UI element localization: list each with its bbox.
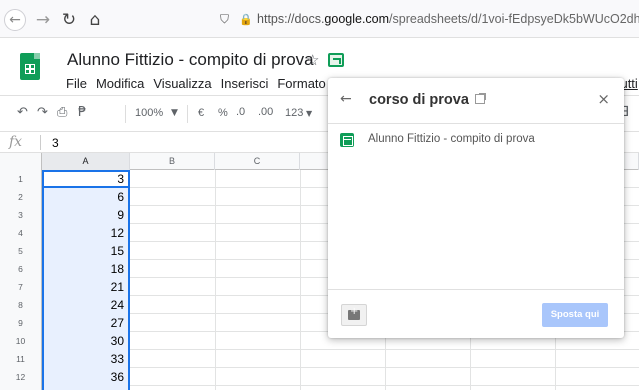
new-folder-button[interactable] xyxy=(341,304,367,326)
cell-a[interactable]: 12 xyxy=(42,224,129,242)
row-number[interactable]: 2 xyxy=(0,188,42,206)
toolbar-divider xyxy=(125,105,126,123)
open-in-new-icon[interactable] xyxy=(475,93,486,104)
table-row: 13 39 xyxy=(0,386,639,390)
sheets-file-icon xyxy=(340,133,354,147)
table-row: 12 36 xyxy=(0,368,639,386)
row-number[interactable]: 12 xyxy=(0,368,42,386)
fx-icon: fx xyxy=(9,134,23,150)
reload-icon[interactable]: ↻ xyxy=(58,9,80,31)
cell-a[interactable]: 18 xyxy=(42,260,129,278)
column-header-b[interactable]: B xyxy=(130,153,215,170)
column-gridline xyxy=(300,170,301,390)
chevron-down-icon[interactable]: ▼ xyxy=(171,108,178,118)
row-number[interactable]: 5 xyxy=(0,242,42,260)
browser-toolbar: ← → ↻ ⌂ ⛉ 🔒 https://docs. google.com/spre… xyxy=(0,0,639,38)
dialog-header: ← corso di prova × xyxy=(328,78,624,124)
list-item[interactable]: Alunno Fittizio - compito di prova xyxy=(328,124,624,154)
move-dialog: ← corso di prova × Alunno Fittizio - com… xyxy=(328,78,624,338)
lock-icon[interactable]: 🔒 xyxy=(239,13,253,26)
cell-a[interactable]: 39 xyxy=(42,386,129,390)
menu-inserisci[interactable]: Inserisci xyxy=(221,76,269,91)
column-header-c[interactable]: C xyxy=(215,153,300,170)
move-here-button[interactable]: Sposta qui xyxy=(542,303,608,327)
menu-file[interactable]: File xyxy=(66,76,87,91)
column-header-a[interactable]: A xyxy=(42,153,130,170)
cell-a[interactable]: 15 xyxy=(42,242,129,260)
select-all-corner[interactable] xyxy=(0,153,42,170)
back-icon[interactable]: ← xyxy=(4,9,26,31)
menu-formato[interactable]: Formato xyxy=(277,76,325,91)
sheets-logo-icon[interactable] xyxy=(20,53,40,80)
toolbar-divider xyxy=(187,105,188,123)
cell-a[interactable]: 33 xyxy=(42,350,129,368)
cell-a[interactable]: 27 xyxy=(42,314,129,332)
table-row: 11 33 xyxy=(0,350,639,368)
undo-icon[interactable]: ↶ xyxy=(17,105,28,120)
cell-a[interactable]: 6 xyxy=(42,188,129,206)
decrease-decimal-button[interactable]: .0 xyxy=(236,106,245,118)
cell-a[interactable]: 24 xyxy=(42,296,129,314)
row-number[interactable]: 9 xyxy=(0,314,42,332)
new-folder-icon xyxy=(348,306,360,320)
row-number[interactable]: 1 xyxy=(0,170,42,188)
row-number[interactable]: 11 xyxy=(0,350,42,368)
back-arrow-icon[interactable]: ← xyxy=(340,91,352,107)
cell-a[interactable]: 36 xyxy=(42,368,129,386)
menu-modifica[interactable]: Modifica xyxy=(96,76,144,91)
cell-a[interactable]: 3 xyxy=(42,170,129,188)
home-icon[interactable]: ⌂ xyxy=(84,9,106,31)
number-format-button[interactable]: 123 xyxy=(285,107,303,119)
forward-icon[interactable]: → xyxy=(32,9,54,31)
menu-bar: File Modifica Visualizza Inserisci Forma… xyxy=(66,76,326,91)
formula-input[interactable]: 3 xyxy=(52,136,59,150)
url-host: google.com xyxy=(324,12,390,26)
zoom-select[interactable]: 100% xyxy=(135,107,163,119)
cell-a[interactable]: 30 xyxy=(42,332,129,350)
list-item-label: Alunno Fittizio - compito di prova xyxy=(368,133,535,145)
percent-button[interactable]: % xyxy=(218,107,228,119)
row-number[interactable]: 6 xyxy=(0,260,42,278)
print-icon[interactable]: ⎙ xyxy=(57,105,67,120)
chevron-down-icon[interactable]: ▼ xyxy=(306,109,312,118)
url-path: /spreadsheets/d/1voi-fEdpsyeDk5bWUcO2dhr… xyxy=(389,12,639,26)
cell-a[interactable]: 21 xyxy=(42,278,129,296)
paint-format-icon[interactable]: ₱ xyxy=(78,105,86,120)
star-icon[interactable]: ☆ xyxy=(306,51,319,69)
formula-divider xyxy=(40,135,41,150)
url-prefix: https://docs. xyxy=(257,12,325,26)
doc-title[interactable]: Alunno Fittizio - compito di prova xyxy=(67,50,314,70)
cell-a[interactable]: 9 xyxy=(42,206,129,224)
row-number[interactable]: 10 xyxy=(0,332,42,350)
redo-icon[interactable]: ↷ xyxy=(37,105,48,120)
row-number[interactable]: 3 xyxy=(0,206,42,224)
row-number[interactable]: 13 xyxy=(0,386,42,390)
increase-decimal-button[interactable]: .00 xyxy=(258,106,273,118)
dialog-title: corso di prova xyxy=(369,92,469,108)
row-number[interactable]: 8 xyxy=(0,296,42,314)
currency-button[interactable]: € xyxy=(198,107,204,119)
menu-visualizza[interactable]: Visualizza xyxy=(153,76,211,91)
row-number[interactable]: 4 xyxy=(0,224,42,242)
address-bar[interactable]: ⛉ 🔒 https://docs. google.com/spreadsheets… xyxy=(214,6,639,32)
column-gridline xyxy=(215,170,216,390)
move-folder-icon[interactable] xyxy=(328,53,344,67)
shield-icon[interactable]: ⛉ xyxy=(220,12,229,26)
row-number[interactable]: 7 xyxy=(0,278,42,296)
close-icon[interactable]: × xyxy=(597,90,610,108)
dialog-footer: Sposta qui xyxy=(328,289,624,338)
